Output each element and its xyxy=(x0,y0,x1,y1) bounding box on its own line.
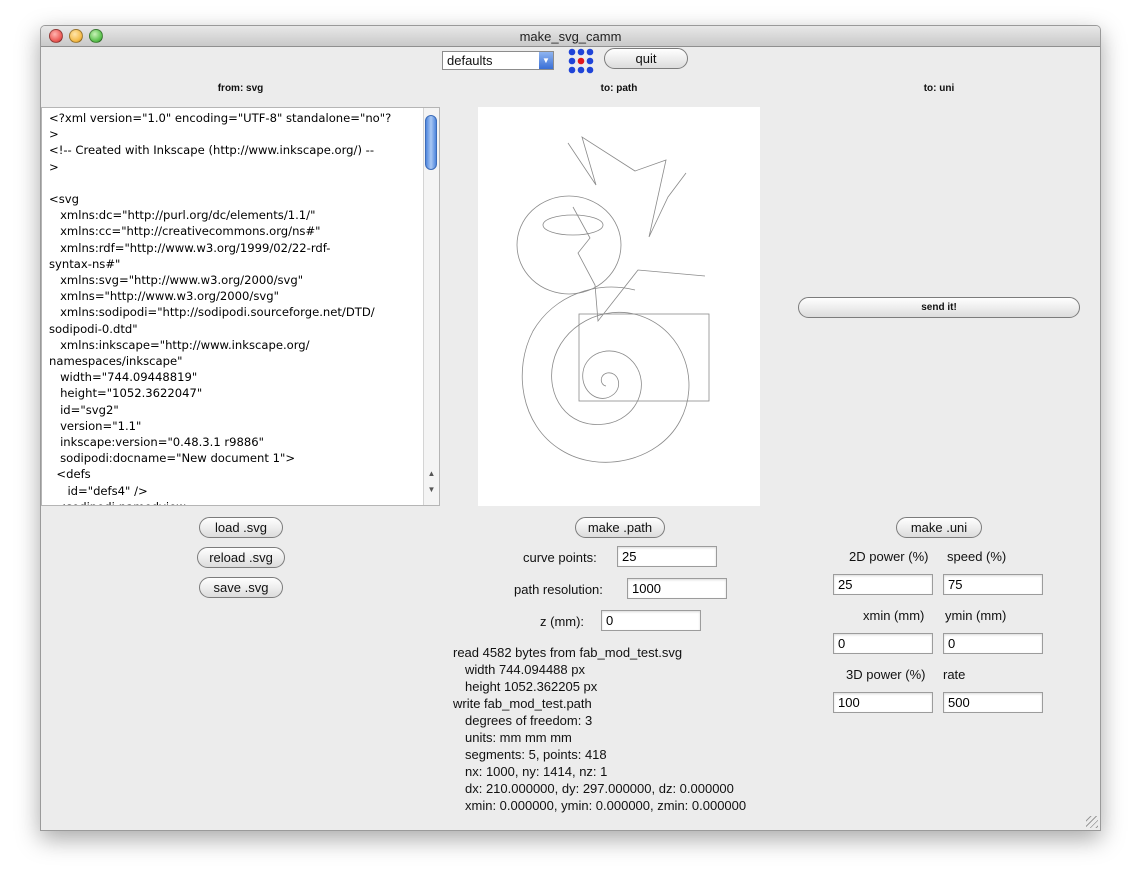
send-it-button[interactable]: send it! xyxy=(798,297,1080,318)
to-uni-heading: to: uni xyxy=(923,83,955,94)
window-title: make_svg_camm xyxy=(519,29,622,44)
save-svg-button[interactable]: save .svg xyxy=(199,577,283,598)
source-line: namespaces/inkscape" xyxy=(49,354,183,369)
source-line: id="defs4" /> xyxy=(49,483,148,498)
to-path-heading: to: path xyxy=(600,83,638,94)
source-line: version="1.1" xyxy=(49,418,142,433)
log-line: dx: 210.000000, dy: 297.000000, dz: 0.00… xyxy=(465,781,734,796)
rate-field[interactable] xyxy=(943,692,1043,713)
source-line: id="svg2" xyxy=(49,402,119,417)
mode-select[interactable]: defaults ▼ xyxy=(442,51,554,70)
load-svg-button[interactable]: load .svg xyxy=(199,517,283,538)
source-line: height="1052.3622047" xyxy=(49,386,203,401)
source-line: xmlns:cc="http://creativecommons.org/ns#… xyxy=(49,224,321,239)
xmin-field[interactable] xyxy=(833,633,933,654)
power-2d-label: 2D power (%) xyxy=(849,549,929,564)
source-line: xmlns="http://www.w3.org/2000/svg" xyxy=(49,289,279,304)
speed-label: speed (%) xyxy=(947,549,1007,564)
log-line: units: mm mm mm xyxy=(465,730,572,745)
source-line: <?xml version="1.0" encoding="UTF-8" sta… xyxy=(49,111,392,125)
xmin-label: xmin (mm) xyxy=(863,608,925,623)
curve-points-label: curve points: xyxy=(523,550,597,565)
source-line: xmlns:svg="http://www.w3.org/2000/svg" xyxy=(49,273,304,288)
vertical-scrollbar[interactable]: ▲ ▼ xyxy=(423,108,439,505)
source-line: xmlns:inkscape="http://www.inkscape.org/ xyxy=(49,337,310,352)
source-line: sodipodi-0.dtd" xyxy=(49,321,138,336)
resize-grip-icon[interactable] xyxy=(1086,816,1098,828)
curve-points-field[interactable] xyxy=(617,546,717,567)
mode-select-value: defaults xyxy=(447,53,493,68)
power-3d-field[interactable] xyxy=(833,692,933,713)
source-line: <defs xyxy=(49,467,91,482)
log-line: write fab_mod_test.path xyxy=(453,696,592,711)
path-preview-drawing xyxy=(516,136,710,463)
power-3d-label: 3D power (%) xyxy=(846,667,926,682)
source-line: > xyxy=(49,159,59,174)
z-mm-label: z (mm): xyxy=(540,614,585,629)
source-line: width="744.09448819" xyxy=(49,370,198,385)
source-line: <sodipodi:namedview xyxy=(49,499,427,505)
path-preview-canvas xyxy=(478,107,760,506)
source-line: > xyxy=(49,127,59,142)
from-svg-heading: from: svg xyxy=(217,83,264,94)
scroll-up-icon[interactable]: ▲ xyxy=(424,468,439,480)
rate-label: rate xyxy=(943,667,966,682)
path-resolution-field[interactable] xyxy=(627,578,727,599)
log-line: nx: 1000, ny: 1414, nz: 1 xyxy=(465,764,608,779)
speed-field[interactable] xyxy=(943,574,1043,595)
chevron-down-icon[interactable]: ▼ xyxy=(539,52,553,69)
log-line: segments: 5, points: 418 xyxy=(465,747,607,762)
reload-svg-button[interactable]: reload .svg xyxy=(197,547,285,568)
log-line: read 4582 bytes from fab_mod_test.svg xyxy=(453,645,683,660)
svg-source-textarea[interactable]: <?xml version="1.0" encoding="UTF-8" sta… xyxy=(41,107,440,506)
log-line: xmin: 0.000000, ymin: 0.000000, zmin: 0.… xyxy=(465,798,747,813)
power-2d-field[interactable] xyxy=(833,574,933,595)
path-resolution-label: path resolution: xyxy=(514,582,603,597)
status-log: read 4582 bytes from fab_mod_test.svg wi… xyxy=(453,644,746,814)
app-window: make_svg_camm defaults ▼ quit from: svg … xyxy=(40,25,1101,831)
scroll-down-icon[interactable]: ▼ xyxy=(424,484,439,496)
source-line: syntax-ns#" xyxy=(49,256,121,271)
ymin-label: ymin (mm) xyxy=(945,608,1007,623)
source-line: sodipodi:docname="New document 1"> xyxy=(49,451,296,466)
svg-source-text: <?xml version="1.0" encoding="UTF-8" sta… xyxy=(42,108,427,505)
source-line: <svg xyxy=(49,192,79,207)
log-line: degrees of freedom: 3 xyxy=(465,713,593,728)
quit-button[interactable]: quit xyxy=(604,48,688,69)
scrollbar-thumb[interactable] xyxy=(425,115,437,170)
source-line: xmlns:dc="http://purl.org/dc/elements/1.… xyxy=(49,208,316,223)
source-line xyxy=(49,175,427,191)
log-line: height 1052.362205 px xyxy=(465,679,598,694)
z-mm-field[interactable] xyxy=(601,610,701,631)
fab-dot-grid-icon[interactable] xyxy=(568,48,594,74)
title-bar[interactable]: make_svg_camm xyxy=(41,26,1100,47)
source-line: xmlns:rdf="http://www.w3.org/1999/02/22-… xyxy=(49,240,331,255)
source-line: inkscape:version="0.48.3.1 r9886" xyxy=(49,435,265,450)
ymin-field[interactable] xyxy=(943,633,1043,654)
make-uni-button[interactable]: make .uni xyxy=(896,517,982,538)
source-line: <!-- Created with Inkscape (http://www.i… xyxy=(49,143,375,158)
log-line: width 744.094488 px xyxy=(465,662,585,677)
source-line: xmlns:sodipodi="http://sodipodi.sourcefo… xyxy=(49,305,375,320)
make-path-button[interactable]: make .path xyxy=(575,517,665,538)
